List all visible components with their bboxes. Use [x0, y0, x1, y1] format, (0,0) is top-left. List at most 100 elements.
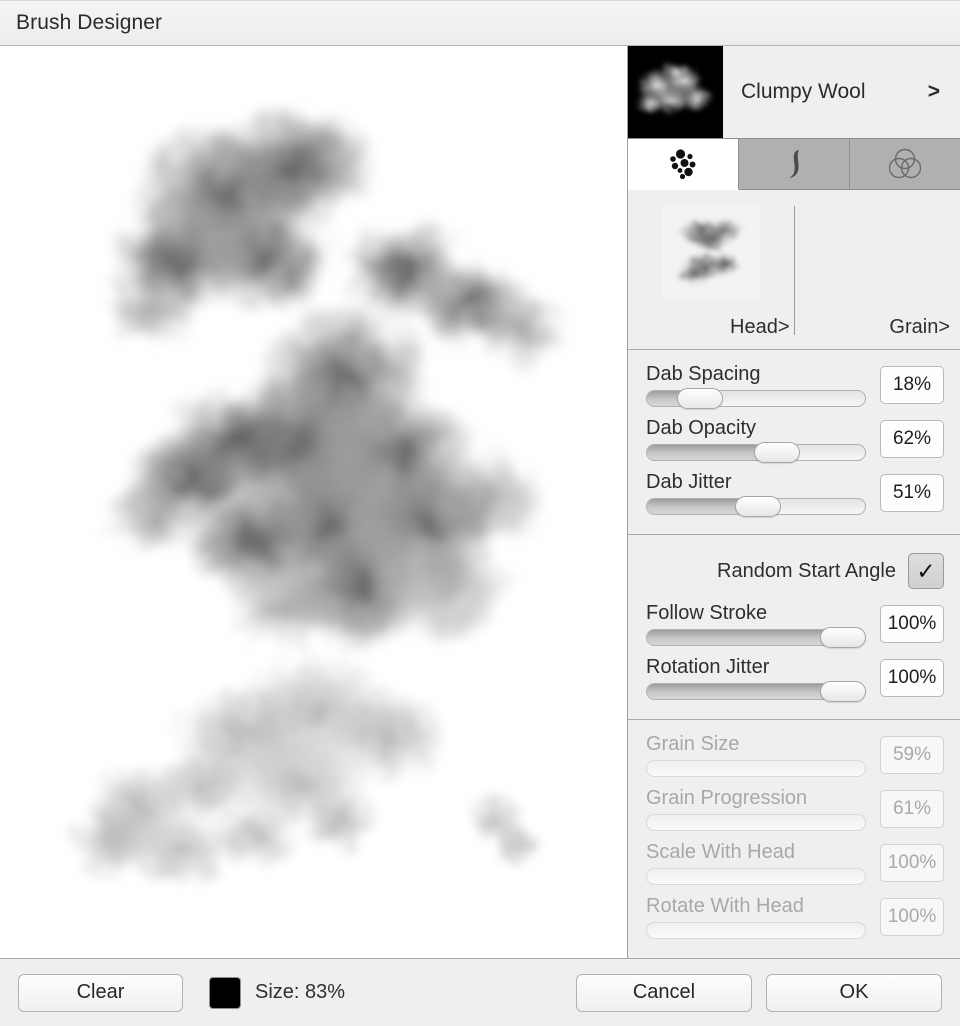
- value-grain-progression[interactable]: 61%: [880, 790, 944, 828]
- color-swatch[interactable]: [209, 976, 241, 1009]
- dab-scatter-icon: [670, 149, 696, 180]
- brush-thumbnail-art: [628, 46, 723, 138]
- control-rotation-jitter: Rotation Jitter 100%: [628, 653, 960, 702]
- slider-follow-stroke[interactable]: [646, 627, 866, 648]
- control-inner: Grain Progression 61%: [646, 786, 944, 832]
- stroke-curve-icon: [789, 150, 799, 178]
- chevron-right-icon[interactable]: >: [928, 80, 944, 104]
- brush-preview-thumbnail[interactable]: [628, 46, 723, 138]
- label-follow-stroke: Follow Stroke: [646, 602, 768, 624]
- head-column[interactable]: Head>: [628, 190, 794, 349]
- value-follow-stroke[interactable]: 100%: [880, 605, 944, 643]
- slider-dab-jitter[interactable]: [646, 496, 866, 517]
- value-rotate-with-head[interactable]: 100%: [880, 898, 944, 936]
- random-start-angle-row[interactable]: Random Start Angle ✓: [628, 545, 960, 599]
- slider-track[interactable]: [646, 814, 866, 831]
- control-inner: Dab Spacing 18%: [646, 362, 944, 409]
- tab-color[interactable]: [850, 138, 960, 190]
- control-grain-progression: Grain Progression 61%: [628, 784, 960, 832]
- slider-thumb[interactable]: [820, 681, 866, 702]
- bottom-toolbar: Clear Size: 83% Cancel OK: [0, 958, 960, 1026]
- control-inner: Rotation Jitter 100%: [646, 655, 944, 702]
- label-scale-with-head: Scale With Head: [646, 841, 795, 863]
- dab-group: Dab Spacing 18% Dab Opacity 62% Dab Jitter 51…: [628, 350, 960, 535]
- control-rotate-with-head: Rotate With Head 100%: [628, 892, 960, 940]
- brush-preview-canvas[interactable]: [0, 46, 628, 958]
- control-inner: Scale With Head 100%: [646, 840, 944, 886]
- slider-dab-opacity[interactable]: [646, 442, 866, 463]
- brush-stroke-artwork: [0, 46, 627, 958]
- slider-dab-spacing[interactable]: [646, 388, 866, 409]
- control-dab-spacing: Dab Spacing 18%: [628, 360, 960, 409]
- label-dab-jitter: Dab Jitter: [646, 471, 732, 493]
- label-dab-opacity: Dab Opacity: [646, 417, 757, 439]
- grain-column[interactable]: Grain>: [795, 190, 960, 349]
- window-title: Brush Designer: [16, 11, 163, 34]
- tab-bar: [628, 138, 960, 190]
- brush-name-label: Clumpy Wool: [741, 80, 866, 103]
- control-grain-size: Grain Size 59%: [628, 730, 960, 778]
- value-dab-jitter[interactable]: 51%: [880, 474, 944, 512]
- head-label[interactable]: Head>: [730, 316, 794, 339]
- random-start-angle-label: Random Start Angle: [717, 559, 896, 582]
- brush-head-art: [661, 204, 760, 300]
- control-inner: Follow Stroke 100%: [646, 601, 944, 648]
- color-circles-icon: [888, 148, 922, 179]
- control-left: Dab Jitter: [646, 470, 880, 517]
- head-grain-row: Head> Grain>: [628, 190, 960, 350]
- slider-track[interactable]: [646, 760, 866, 777]
- tab-stroke[interactable]: [739, 138, 850, 190]
- slider-thumb[interactable]: [753, 442, 800, 463]
- check-icon: ✓: [916, 557, 936, 584]
- slider-scale-with-head[interactable]: [646, 866, 866, 886]
- grain-label[interactable]: Grain>: [889, 316, 960, 339]
- brush-head-thumbnail[interactable]: [661, 204, 760, 300]
- control-inner: Dab Opacity 62%: [646, 416, 944, 463]
- slider-track[interactable]: [646, 922, 866, 939]
- control-follow-stroke: Follow Stroke 100%: [628, 599, 960, 648]
- tab-dab[interactable]: [628, 138, 739, 190]
- control-inner: Rotate With Head 100%: [646, 894, 944, 940]
- settings-panel: Clumpy Wool > Head> Grain> Dab Spacing 1…: [628, 46, 960, 958]
- slider-thumb[interactable]: [677, 388, 724, 409]
- slider-track[interactable]: [646, 868, 866, 885]
- control-left: Dab Opacity: [646, 416, 880, 463]
- random-start-angle-checkbox[interactable]: ✓: [908, 553, 944, 589]
- control-inner: Grain Size 59%: [646, 732, 944, 778]
- grain-group: Grain Size 59% Grain Progression 61% Scale W…: [628, 720, 960, 958]
- main-body: Clumpy Wool > Head> Grain> Dab Spacing 1…: [0, 46, 960, 958]
- clear-button[interactable]: Clear: [18, 973, 183, 1012]
- cancel-button[interactable]: Cancel: [576, 973, 752, 1012]
- control-dab-opacity: Dab Opacity 62%: [628, 414, 960, 463]
- ok-button[interactable]: OK: [766, 973, 942, 1012]
- control-left: Grain Size: [646, 732, 880, 778]
- slider-rotation-jitter[interactable]: [646, 681, 866, 702]
- slider-thumb[interactable]: [734, 496, 781, 517]
- brush-header: Clumpy Wool >: [628, 46, 960, 138]
- value-dab-spacing[interactable]: 18%: [880, 366, 944, 404]
- brush-name-row[interactable]: Clumpy Wool >: [723, 46, 960, 138]
- control-left: Dab Spacing: [646, 362, 880, 409]
- control-dab-jitter: Dab Jitter 51%: [628, 468, 960, 517]
- control-left: Follow Stroke: [646, 601, 880, 648]
- label-rotate-with-head: Rotate With Head: [646, 895, 804, 917]
- value-rotation-jitter[interactable]: 100%: [880, 659, 944, 697]
- label-dab-spacing: Dab Spacing: [646, 363, 761, 385]
- control-left: Grain Progression: [646, 786, 880, 832]
- brush-designer-window: Brush Designer Clumpy Wool > Head> Grain…: [0, 0, 960, 1026]
- slider-grain-size[interactable]: [646, 758, 866, 778]
- size-label: Size: 83%: [255, 981, 346, 1003]
- label-grain-size: Grain Size: [646, 733, 740, 755]
- value-grain-size[interactable]: 59%: [880, 736, 944, 774]
- label-rotation-jitter: Rotation Jitter: [646, 656, 770, 678]
- slider-rotate-with-head[interactable]: [646, 920, 866, 940]
- control-left: Rotate With Head: [646, 894, 880, 940]
- control-inner: Dab Jitter 51%: [646, 470, 944, 517]
- label-grain-progression: Grain Progression: [646, 787, 808, 809]
- settings-groups: Dab Spacing 18% Dab Opacity 62% Dab Jitter 51…: [628, 350, 960, 958]
- slider-thumb[interactable]: [820, 627, 866, 648]
- value-dab-opacity[interactable]: 62%: [880, 420, 944, 458]
- value-scale-with-head[interactable]: 100%: [880, 844, 944, 882]
- control-left: Scale With Head: [646, 840, 880, 886]
- slider-grain-progression[interactable]: [646, 812, 866, 832]
